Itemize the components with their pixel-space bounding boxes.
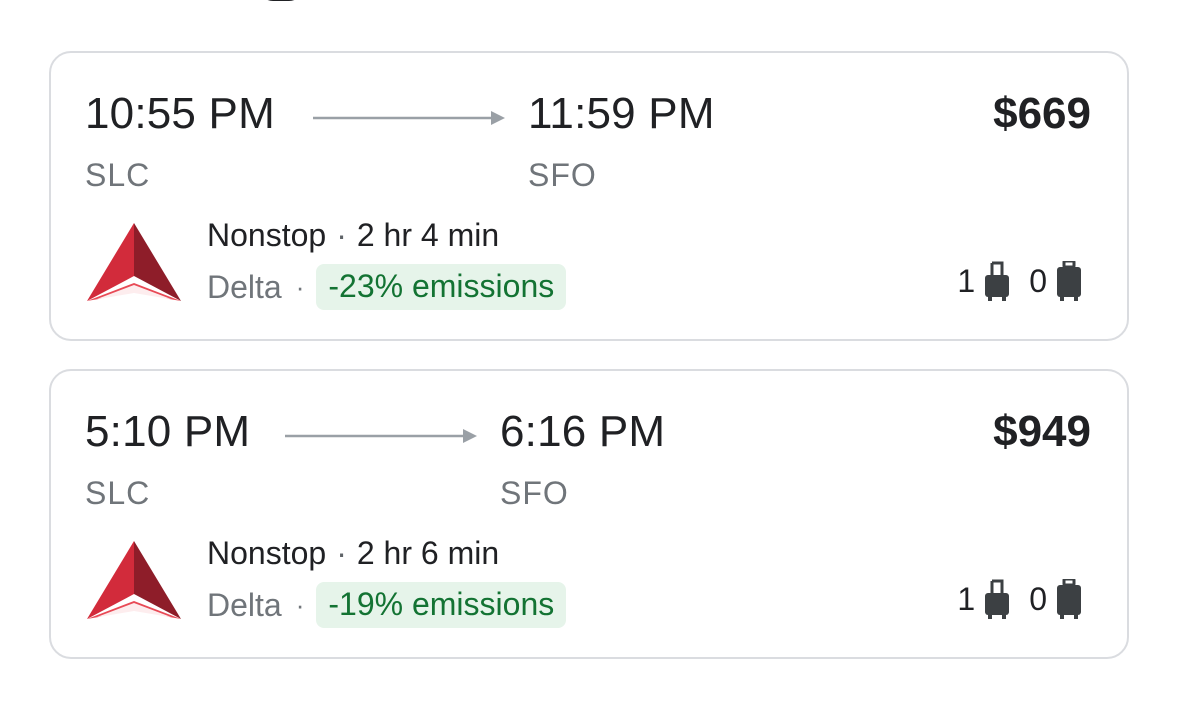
carry-on-bag-icon (983, 261, 1011, 301)
checked-bag-icon (1055, 579, 1083, 619)
stops-duration: Nonstop · 2 hr 4 min (207, 217, 499, 253)
stops-duration: Nonstop · 2 hr 6 min (207, 535, 499, 571)
baggage-info: 1 0 (957, 261, 1083, 301)
checked-bag-count: 0 (1029, 581, 1047, 617)
carry-on-count: 1 (957, 263, 976, 299)
arrival-time: 11:59 PM (528, 89, 715, 138)
airline-name: Delta (207, 269, 282, 305)
arrival-time: 6:16 PM (500, 407, 666, 456)
separator: · (295, 589, 305, 620)
flight-card[interactable]: 10:55 PM 11:59 PM SLC SFO $669 Nonstop · 2… (49, 51, 1129, 341)
separator: · (336, 535, 347, 571)
checked-bag-count: 0 (1029, 263, 1047, 299)
carry-on-count: 1 (957, 581, 976, 617)
separator: · (336, 217, 347, 253)
emissions-badge: -23% emissions (316, 264, 567, 310)
price: $669 (993, 89, 1091, 138)
airline-info: Delta · -19% emissions (207, 582, 567, 628)
price: $949 (993, 407, 1091, 456)
origin-airport: SLC (85, 475, 151, 511)
arrow-right-icon (285, 426, 479, 446)
origin-airport: SLC (85, 157, 151, 193)
baggage-info: 1 0 (957, 579, 1083, 619)
flight-card[interactable]: 5:10 PM 6:16 PM SLC SFO $949 Nonstop · 2 h… (49, 369, 1129, 659)
checked-bag-icon (1055, 261, 1083, 301)
destination-airport: SFO (500, 475, 569, 511)
emissions-badge: -19% emissions (316, 582, 567, 628)
arrow-right-icon (313, 108, 507, 128)
destination-airport: SFO (528, 157, 597, 193)
delta-logo-icon (85, 539, 183, 621)
header-fragment (240, 0, 320, 6)
carry-on-bag-icon (983, 579, 1011, 619)
separator: · (295, 271, 305, 302)
airline-info: Delta · -23% emissions (207, 264, 567, 310)
stops: Nonstop (207, 217, 327, 253)
departure-time: 5:10 PM (85, 407, 251, 456)
duration: 2 hr 6 min (356, 535, 500, 571)
delta-logo-icon (85, 221, 183, 303)
stops: Nonstop (207, 535, 327, 571)
departure-time: 10:55 PM (85, 89, 275, 138)
duration: 2 hr 4 min (356, 217, 500, 253)
airline-name: Delta (207, 587, 282, 623)
